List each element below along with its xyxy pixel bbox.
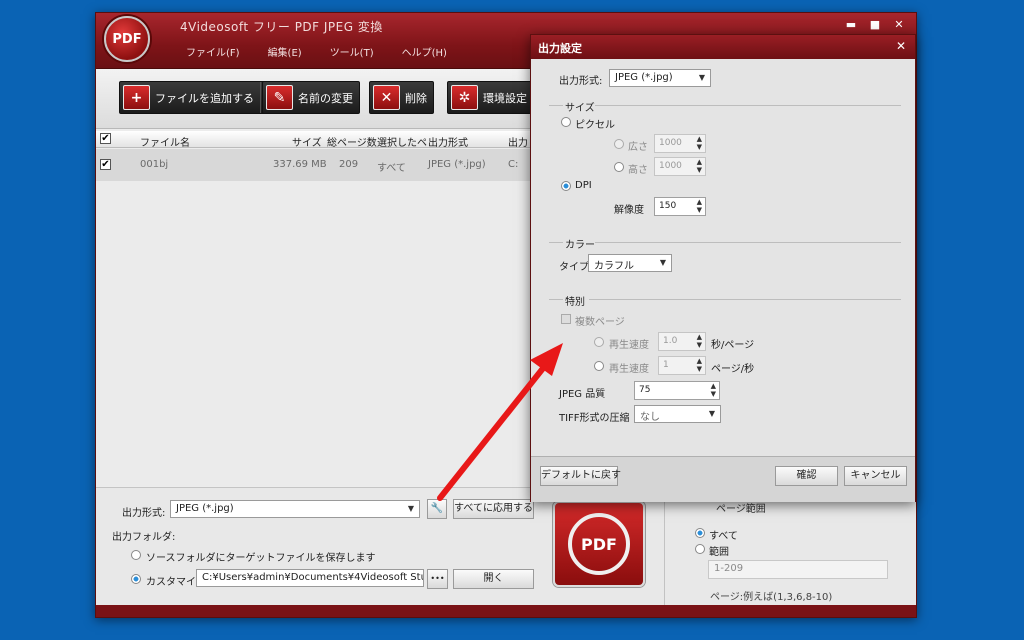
- annotation-arrow-icon: [437, 343, 563, 501]
